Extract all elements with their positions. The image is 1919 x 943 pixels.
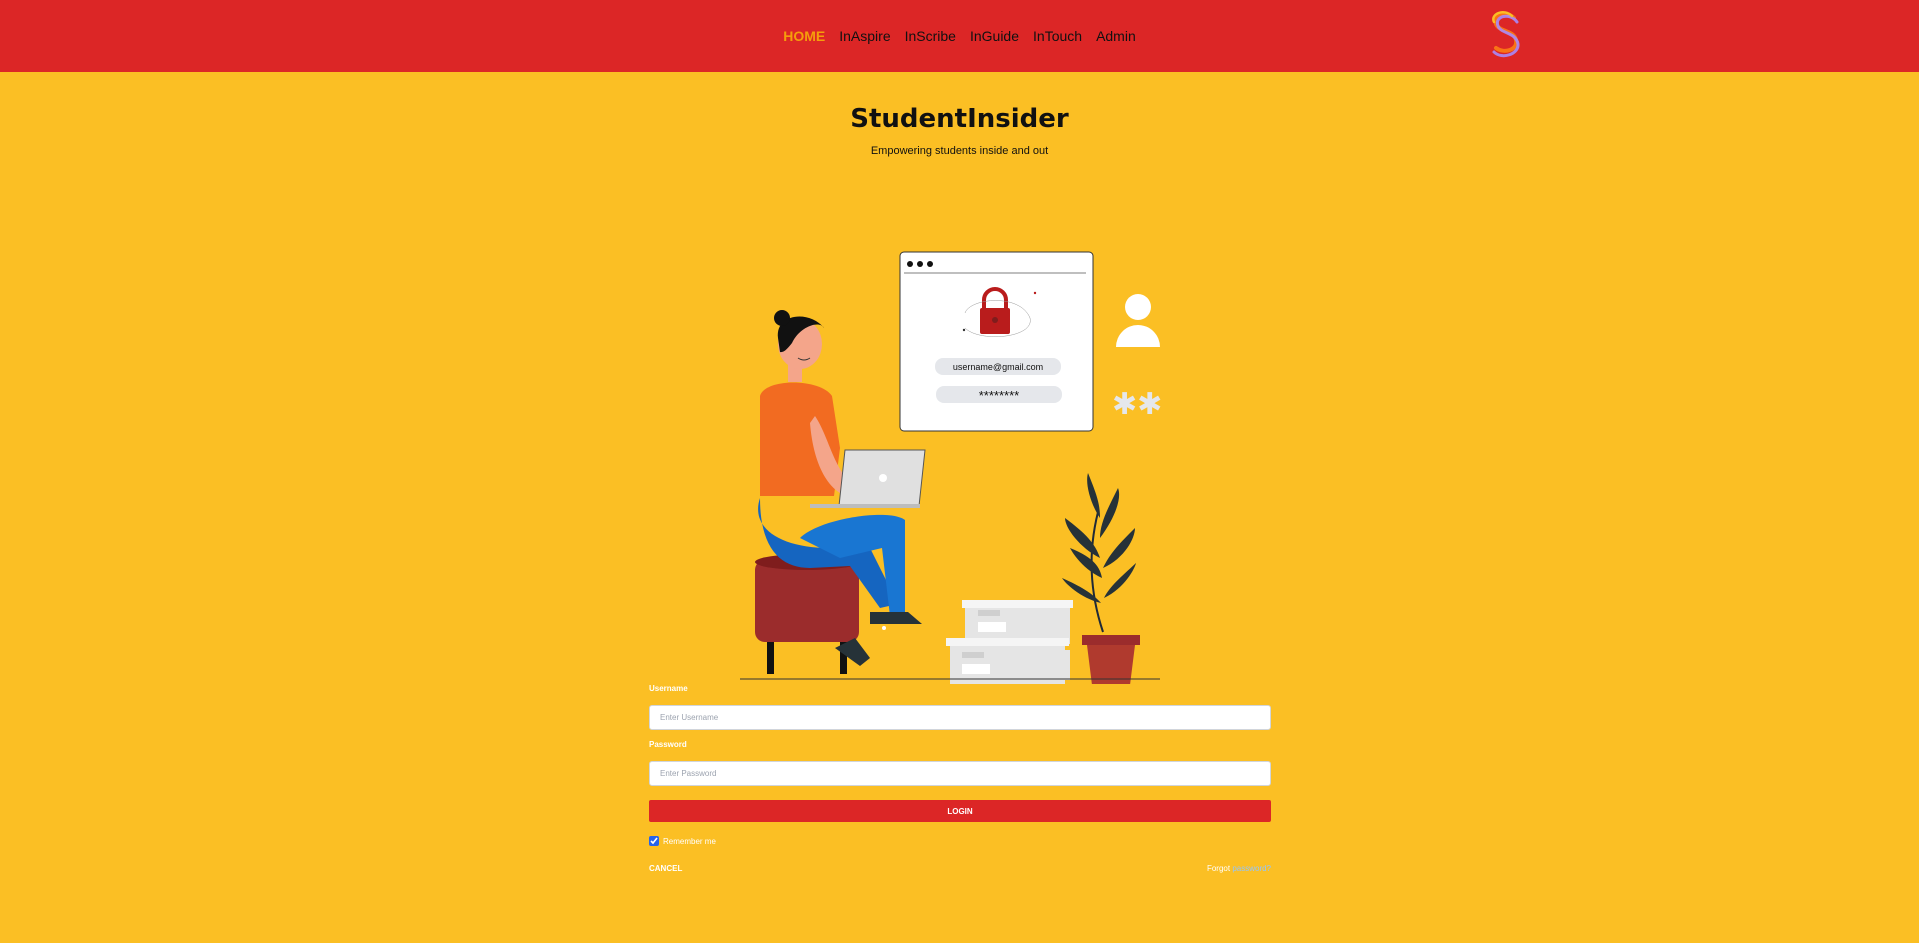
asterisk-icon: ✱✱	[1112, 387, 1162, 422]
illustration-email: username@gmail.com	[953, 362, 1043, 372]
boxes-illustration	[946, 600, 1073, 684]
password-input[interactable]	[649, 761, 1271, 786]
login-card-illustration: username@gmail.com ********	[899, 251, 1094, 432]
nav-item-home[interactable]: HOME	[776, 28, 832, 44]
nav-item-inguide[interactable]: InGuide	[963, 28, 1026, 44]
login-button[interactable]: LOGIN	[649, 800, 1271, 822]
user-icon	[1116, 294, 1160, 347]
login-illustration: username@gmail.com ******** ✱✱	[740, 251, 1162, 684]
page-subtitle: Empowering students inside and out	[870, 145, 1049, 157]
remember-me: Remember me	[649, 836, 716, 846]
plant-illustration	[1062, 473, 1140, 684]
username-input[interactable]	[649, 705, 1271, 730]
nav-links: HOME InAspire InScribe InGuide InTouch A…	[0, 0, 1919, 72]
remember-me-checkbox[interactable]	[649, 836, 659, 846]
navbar: HOME InAspire InScribe InGuide InTouch A…	[0, 0, 1919, 72]
nav-item-admin[interactable]: Admin	[1089, 28, 1143, 44]
stool-illustration	[755, 554, 859, 674]
nav-item-inaspire[interactable]: InAspire	[832, 28, 897, 44]
forgot-password: Forgot password?	[1207, 864, 1271, 873]
forgot-password-link[interactable]: password?	[1232, 864, 1271, 873]
password-label: Password	[649, 740, 687, 749]
nav-item-intouch[interactable]: InTouch	[1026, 28, 1089, 44]
remember-me-label: Remember me	[663, 836, 716, 846]
page-title: StudentInsider	[850, 104, 1069, 134]
username-label: Username	[649, 684, 688, 693]
nav-item-inscribe[interactable]: InScribe	[898, 28, 963, 44]
cancel-button[interactable]: CANCEL	[649, 864, 682, 873]
forgot-prefix: Forgot	[1206, 864, 1231, 873]
studentinsider-logo[interactable]	[1486, 8, 1526, 64]
illustration-password: ********	[979, 388, 1019, 403]
